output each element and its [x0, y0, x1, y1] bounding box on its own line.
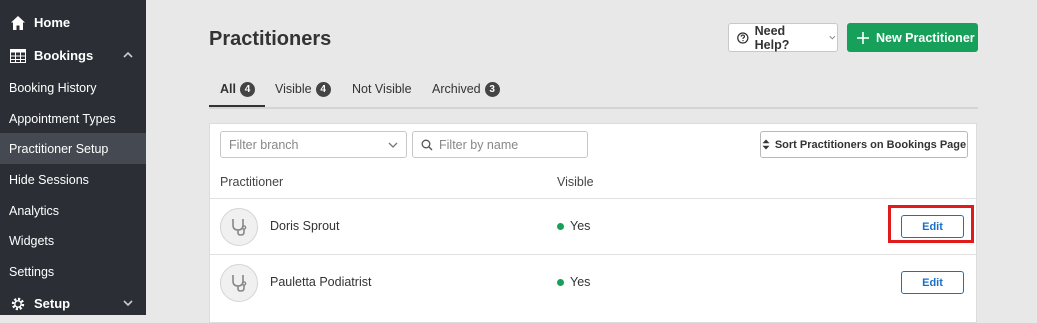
highlight-box — [888, 205, 974, 243]
question-circle-icon — [737, 31, 749, 44]
need-help-button[interactable]: Need Help? — [728, 23, 838, 52]
tab-label: Archived — [432, 82, 481, 96]
gear-icon — [10, 296, 26, 312]
sidebar-item-appointment-types[interactable]: Appointment Types — [0, 103, 146, 134]
status-dot — [557, 222, 564, 230]
tab-not-visible[interactable]: Not Visible — [352, 80, 412, 107]
column-header-visible: Visible — [557, 175, 594, 189]
sidebar-item-setup[interactable]: Setup — [0, 288, 146, 319]
sidebar-item-analytics[interactable]: Analytics — [0, 195, 146, 226]
avatar — [220, 208, 258, 246]
home-icon — [10, 15, 26, 31]
sidebar-item-label: Practitioner Setup — [9, 141, 109, 156]
new-practitioner-button[interactable]: New Practitioner — [847, 23, 978, 52]
sidebar-item-label: Analytics — [9, 203, 60, 218]
filter-name-input[interactable]: Filter by name — [412, 131, 588, 158]
table-row: Doris Sprout Yes Edit — [210, 198, 976, 255]
visible-value: Yes — [570, 275, 591, 289]
chevron-down-icon — [123, 300, 133, 307]
filter-branch-placeholder: Filter branch — [229, 137, 299, 152]
tab-label: Not Visible — [352, 82, 412, 96]
visible-status: Yes — [557, 219, 590, 233]
edit-button[interactable]: Edit — [901, 271, 964, 294]
practitioner-name: Doris Sprout — [270, 219, 340, 233]
sort-practitioners-button[interactable]: Sort Practitioners on Bookings Page — [760, 131, 968, 158]
tab-archived[interactable]: Archived 3 — [432, 80, 500, 107]
plus-icon — [857, 31, 869, 44]
sidebar-item-label: Settings — [9, 264, 55, 279]
chevron-down-icon — [388, 142, 398, 148]
sidebar-item-home[interactable]: Home — [0, 7, 146, 38]
sidebar-item-label: Home — [34, 15, 71, 30]
chevron-up-icon — [123, 51, 133, 58]
count-badge: 3 — [484, 82, 500, 97]
sidebar-item-practitioner-setup[interactable]: Practitioner Setup — [0, 133, 146, 164]
count-badge: 4 — [315, 82, 331, 97]
sidebar-item-label: Booking History — [9, 80, 97, 95]
sidebar-item-label: Setup — [34, 296, 71, 311]
search-icon — [421, 139, 433, 150]
avatar — [220, 264, 258, 302]
tab-all[interactable]: All 4 — [209, 80, 265, 107]
chevron-down-icon — [829, 35, 836, 40]
sort-icon — [762, 139, 770, 150]
sidebar-item-settings[interactable]: Settings — [0, 256, 146, 287]
visible-value: Yes — [570, 219, 591, 233]
visible-status: Yes — [557, 275, 590, 289]
tab-bar: All 4 Visible 4 Not Visible Archived 3 — [209, 80, 978, 109]
sidebar-item-widgets[interactable]: Widgets — [0, 225, 146, 256]
practitioner-name: Pauletta Podiatrist — [270, 275, 372, 289]
stethoscope-icon — [232, 275, 247, 292]
page-title: Practitioners — [209, 28, 332, 50]
table-row: Pauletta Podiatrist Yes Edit — [210, 254, 976, 311]
filter-branch-select[interactable]: Filter branch — [220, 131, 407, 158]
table-icon — [10, 48, 26, 64]
sidebar-item-booking-history[interactable]: Booking History — [0, 72, 146, 103]
status-dot — [557, 278, 564, 286]
sort-label: Sort Practitioners on Bookings Page — [774, 138, 967, 151]
new-practitioner-label: New Practitioner — [876, 30, 975, 45]
sidebar-item-label: Widgets — [9, 233, 55, 248]
tab-label: Visible — [275, 82, 312, 96]
sidebar-item-label: Appointment Types — [9, 111, 116, 126]
practitioners-panel: Filter branch Filter by name Sort Practi… — [209, 123, 977, 323]
sidebar-item-label: Bookings — [34, 48, 94, 63]
column-header-practitioner: Practitioner — [220, 175, 284, 189]
need-help-label: Need Help? — [754, 23, 790, 52]
tab-visible[interactable]: Visible 4 — [275, 80, 331, 107]
count-badge: 4 — [239, 82, 255, 97]
sidebar-item-bookings[interactable]: Bookings — [0, 40, 146, 71]
filter-name-placeholder: Filter by name — [439, 137, 519, 152]
sidebar-item-label: Hide Sessions — [9, 172, 89, 187]
stethoscope-icon — [232, 219, 247, 236]
sidebar-item-hide-sessions[interactable]: Hide Sessions — [0, 164, 146, 195]
tab-label: All — [220, 82, 236, 96]
sidebar: Home Bookings Booking History Appointmen… — [0, 0, 146, 315]
